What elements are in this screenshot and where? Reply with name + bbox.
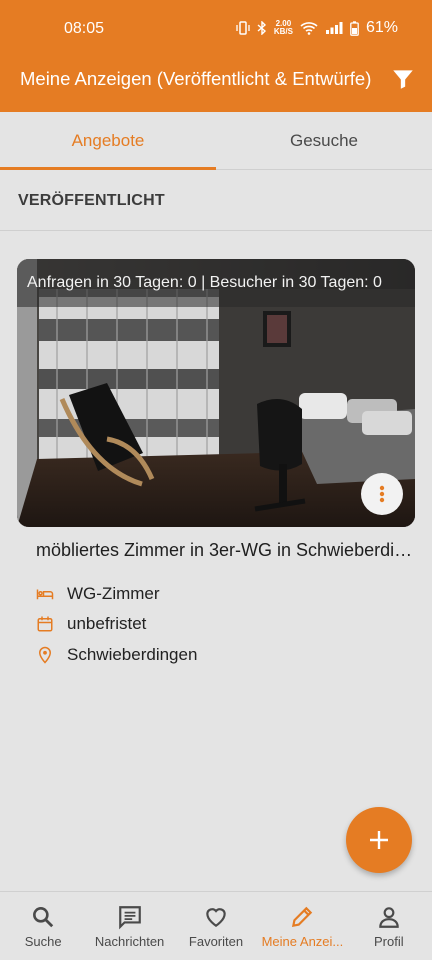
battery-icon: [350, 20, 359, 36]
add-listing-button[interactable]: [346, 807, 412, 873]
attribute-label: WG-Zimmer: [67, 584, 160, 603]
vibrate-icon: [236, 21, 250, 35]
person-icon: [379, 907, 399, 928]
plus-icon: [370, 831, 388, 849]
listing-image[interactable]: Anfragen in 30 Tagen: 0 | Besucher in 30…: [17, 259, 415, 527]
tab-bar: Angebote Gesuche: [0, 112, 432, 170]
status-bar: 08:05 2.00 KB/S 61%: [0, 0, 432, 58]
section-divider: [0, 230, 432, 231]
nav-label: Favoriten: [188, 934, 244, 949]
app-header: 08:05 2.00 KB/S 61% Meine Anzeigen (Verö…: [0, 0, 432, 112]
attribute-label: unbefristet: [67, 614, 147, 633]
nav-item-nachrichten[interactable]: Nachrichten: [86, 892, 172, 960]
location-pin-icon: [38, 646, 52, 664]
listing-title[interactable]: möbliertes Zimmer in 3er-WG in Schwieber…: [36, 540, 414, 561]
page-title: Meine Anzeigen (Veröffentlicht & Entwürf…: [20, 68, 372, 89]
wifi-icon: [300, 22, 318, 35]
nav-item-suche[interactable]: Suche: [0, 892, 86, 960]
heart-icon: [206, 908, 226, 927]
status-time: 08:05: [64, 20, 105, 37]
battery-percent: 61%: [365, 19, 398, 36]
title-bar: Meine Anzeigen (Veröffentlicht & Entwürf…: [0, 58, 432, 112]
attribute-room-type: WG-Zimmer: [36, 584, 160, 604]
nav-item-profil[interactable]: Profil: [346, 892, 432, 960]
attribute-location: Schwieberdingen: [36, 645, 197, 665]
nav-label: Nachrichten: [94, 934, 165, 949]
bluetooth-icon: [257, 21, 266, 35]
more-vertical-icon: [379, 485, 385, 503]
message-icon: [118, 906, 141, 930]
nav-item-meine-anzeigen[interactable]: Meine Anzei...: [259, 892, 345, 960]
nav-label: Meine Anzei...: [261, 934, 344, 949]
attribute-duration: unbefristet: [36, 614, 146, 634]
filter-button[interactable]: [390, 66, 416, 92]
bottom-navigation: Suche Nachrichten Favoriten Meine Anzei.…: [0, 891, 432, 960]
signal-icon: [325, 22, 343, 34]
filter-icon: [393, 70, 413, 89]
listing-stats: Anfragen in 30 Tagen: 0 | Besucher in 30…: [17, 259, 415, 307]
tab-angebote[interactable]: Angebote: [0, 112, 216, 170]
network-speed: 2.00 KB/S: [274, 20, 293, 36]
nav-label: Profil: [374, 934, 404, 949]
more-options-button[interactable]: [361, 473, 403, 515]
tab-gesuche[interactable]: Gesuche: [216, 112, 432, 169]
pencil-icon: [292, 906, 313, 928]
speed-unit: KB/S: [273, 27, 293, 36]
nav-item-favoriten[interactable]: Favoriten: [173, 892, 259, 960]
bed-icon: [36, 589, 54, 600]
section-title: VERÖFFENTLICHT: [18, 192, 165, 209]
attribute-label: Schwieberdingen: [67, 645, 198, 664]
calendar-icon: [37, 616, 53, 632]
status-icons: 2.00 KB/S 61%: [236, 19, 398, 37]
search-icon: [33, 907, 54, 928]
nav-label: Suche: [24, 934, 62, 949]
